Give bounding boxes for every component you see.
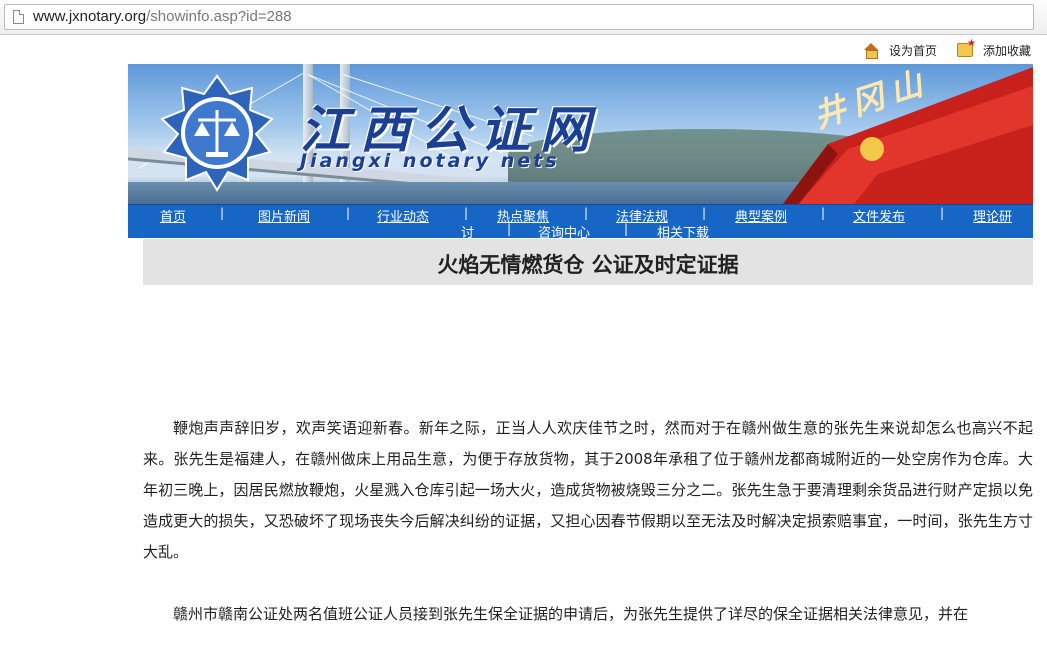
nav-separator: | [821,206,826,220]
address-bar[interactable]: www.jxnotary.org/showinfo.asp?id=288 [4,4,1034,30]
url-host: www.jxnotary.org [33,8,147,25]
nav-separator: | [584,206,589,220]
nav-item-home[interactable]: 首页 [160,206,186,225]
set-homepage-label: 设为首页 [889,43,938,58]
nav-separator: | [702,206,707,220]
home-icon [863,43,879,59]
add-favorite-link[interactable]: 添加收藏 [957,38,1032,59]
article-body: 鞭炮声声辞旧岁，欢声笑语迎新春。新年之际，正当人人欢庆佳节之时，然而对于在赣州做… [143,413,1033,661]
top-links: 设为首页 添加收藏 [128,36,1033,64]
nav-item-industry-news[interactable]: 行业动态 [377,206,429,225]
nav-separator: | [507,222,512,236]
nav-item-typical-cases[interactable]: 典型案例 [735,206,787,225]
notary-emblem-icon [160,74,274,192]
article-title-bar: 火焰无情燃货仓 公证及时定证据 [143,239,1033,285]
main-nav: 首页 | 图片新闻 | 行业动态 | 热点聚焦 | 法律法规 | 典型案例 | … [128,204,1033,241]
page-icon [13,10,24,24]
site-banner: 江西公证网 Jiangxi notary nets 井冈山 [128,64,1033,204]
nav-separator: | [464,206,469,220]
nav-separator: | [624,222,629,236]
article-paragraph: 鞭炮声声辞旧岁，欢声笑语迎新春。新年之际，正当人人欢庆佳节之时，然而对于在赣州做… [143,419,1033,561]
nav-separator: | [940,206,945,220]
nav-separator: | [220,206,225,220]
favorite-folder-icon [957,38,976,57]
site-subtitle: Jiangxi notary nets [300,150,560,172]
nav-item-theory-research-part[interactable]: 理论研 [973,206,1012,225]
url-text[interactable]: www.jxnotary.org/showinfo.asp?id=288 [33,8,292,25]
nav-item-documents[interactable]: 文件发布 [853,206,905,225]
url-path: /showinfo.asp?id=288 [146,8,292,25]
set-homepage-link[interactable]: 设为首页 [863,41,937,59]
nav-separator: | [346,206,351,220]
article-paragraph: 赣州市赣南公证处两名值班公证人员接到张先生保全证据的申请后，为张先生提供了详尽的… [173,605,969,623]
add-favorite-label: 添加收藏 [983,43,1032,58]
article-title: 火焰无情燃货仓 公证及时定证据 [437,252,739,277]
nav-item-photo-news[interactable]: 图片新闻 [258,206,310,225]
browser-toolbar: www.jxnotary.org/showinfo.asp?id=288 [0,0,1047,35]
